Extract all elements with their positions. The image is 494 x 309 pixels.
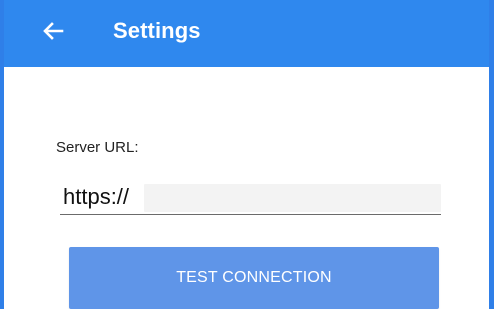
left-window-border: [0, 0, 4, 309]
settings-screen: Settings Server URL: https:// TEST CONNE…: [0, 0, 494, 309]
right-window-border: [489, 0, 494, 309]
server-url-label: Server URL:: [56, 139, 139, 156]
server-url-field[interactable]: https://: [60, 180, 441, 215]
page-title: Settings: [113, 18, 201, 43]
server-url-value[interactable]: https://: [63, 184, 129, 210]
app-bar: Settings: [0, 0, 494, 67]
arrow-left-icon[interactable]: [40, 18, 66, 44]
test-connection-button[interactable]: TEST CONNECTION: [69, 247, 439, 309]
test-connection-label: TEST CONNECTION: [176, 269, 332, 286]
server-url-hidden-value: [144, 184, 441, 212]
server-url-underline: [60, 214, 441, 215]
